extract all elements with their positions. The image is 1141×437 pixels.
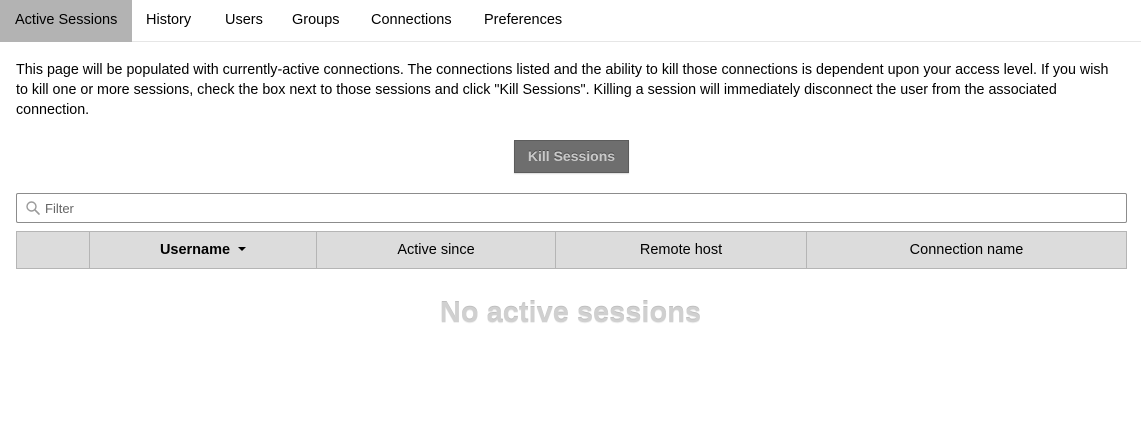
column-header-remote-host[interactable]: Remote host [555,232,806,268]
kill-sessions-button[interactable]: Kill Sessions [514,140,629,173]
empty-state-message: No active sessions [439,297,702,329]
page-description: This page will be populated with current… [16,62,1109,118]
tab-groups[interactable]: Groups [292,0,340,42]
filter-field[interactable] [16,193,1127,223]
tab-connections[interactable]: Connections [371,0,452,42]
tab-users[interactable]: Users [225,0,263,42]
column-header-active-since[interactable]: Active since [316,232,555,268]
tab-active-sessions[interactable]: Active Sessions [0,0,133,42]
column-header-label: Username [159,242,231,258]
select-column-header [17,232,89,268]
column-header-connection-name[interactable]: Connection name [806,232,1126,268]
tab-preferences[interactable]: Preferences [484,0,562,42]
filter-input[interactable] [45,197,1115,219]
tab-history[interactable]: History [146,0,191,42]
search-icon [25,200,41,216]
column-header-username[interactable]: Username [89,232,316,268]
sessions-table-header: Username Active since Remote host Connec… [16,231,1127,269]
top-nav-tabs: Active Sessions History Users Groups Con… [0,0,1141,42]
sort-descending-icon [238,247,247,252]
